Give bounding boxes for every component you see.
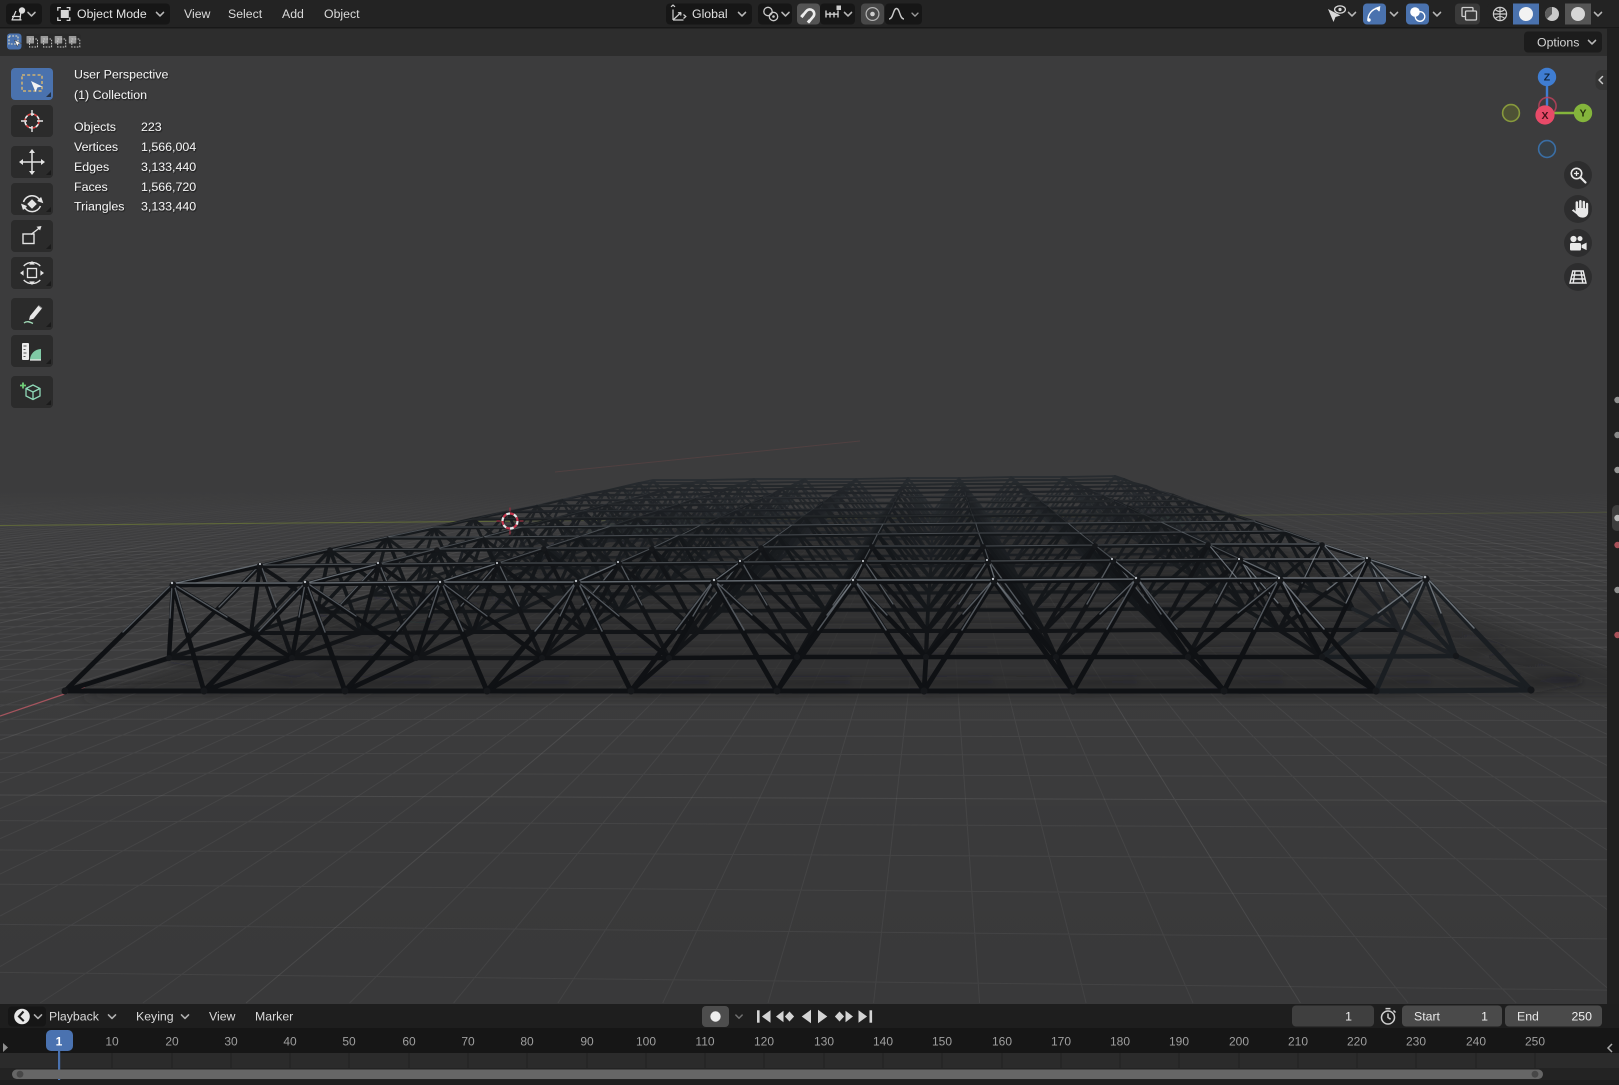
svg-text:Object: Object — [324, 7, 360, 21]
svg-text:X: X — [1541, 110, 1548, 122]
svg-text:160: 160 — [992, 1035, 1012, 1049]
svg-text:1,566,004: 1,566,004 — [141, 140, 196, 154]
svg-text:223: 223 — [141, 120, 162, 134]
svg-text:Start: Start — [1414, 1010, 1441, 1024]
svg-text:60: 60 — [402, 1035, 416, 1049]
svg-text:180: 180 — [1110, 1035, 1130, 1049]
svg-text:150: 150 — [932, 1035, 952, 1049]
svg-text:240: 240 — [1466, 1035, 1486, 1049]
svg-text:View: View — [184, 7, 211, 21]
svg-text:200: 200 — [1229, 1035, 1249, 1049]
svg-text:Edges: Edges — [74, 160, 109, 174]
svg-text:User Perspective: User Perspective — [74, 68, 168, 82]
svg-text:(1) Collection: (1) Collection — [74, 88, 147, 102]
svg-text:220: 220 — [1347, 1035, 1367, 1049]
svg-text:End: End — [1517, 1010, 1539, 1024]
svg-text:1,566,720: 1,566,720 — [141, 180, 196, 194]
svg-text:110: 110 — [695, 1035, 714, 1049]
svg-text:70: 70 — [461, 1035, 475, 1049]
svg-text:50: 50 — [342, 1035, 356, 1049]
svg-text:Vertices: Vertices — [74, 140, 118, 154]
svg-text:90: 90 — [580, 1035, 594, 1049]
svg-text:140: 140 — [873, 1035, 893, 1049]
svg-text:Z: Z — [1544, 72, 1551, 84]
svg-text:Triangles: Triangles — [74, 200, 125, 214]
svg-text:40: 40 — [283, 1035, 297, 1049]
svg-text:1: 1 — [56, 1035, 63, 1049]
svg-text:120: 120 — [754, 1035, 774, 1049]
svg-text:Faces: Faces — [74, 180, 108, 194]
svg-text:10: 10 — [105, 1035, 119, 1049]
svg-text:View: View — [209, 1010, 236, 1024]
svg-text:80: 80 — [520, 1035, 534, 1049]
svg-text:130: 130 — [814, 1035, 834, 1049]
svg-text:30: 30 — [224, 1035, 238, 1049]
svg-text:210: 210 — [1288, 1035, 1308, 1049]
svg-text:Add: Add — [282, 7, 304, 21]
svg-text:1: 1 — [1345, 1010, 1352, 1024]
svg-text:Playback: Playback — [49, 1010, 100, 1024]
svg-text:1: 1 — [1481, 1010, 1488, 1024]
svg-text:Y: Y — [1579, 108, 1586, 120]
svg-text:Marker: Marker — [255, 1010, 293, 1024]
svg-text:170: 170 — [1051, 1035, 1071, 1049]
svg-text:3,133,440: 3,133,440 — [141, 200, 196, 214]
svg-text:3,133,440: 3,133,440 — [141, 160, 196, 174]
svg-text:20: 20 — [165, 1035, 179, 1049]
svg-text:Select: Select — [228, 7, 263, 21]
svg-text:100: 100 — [636, 1035, 656, 1049]
svg-text:Object Mode: Object Mode — [77, 7, 147, 21]
svg-text:190: 190 — [1169, 1035, 1189, 1049]
svg-text:250: 250 — [1571, 1010, 1592, 1024]
svg-text:Keying: Keying — [136, 1010, 174, 1024]
svg-text:Objects: Objects — [74, 120, 116, 134]
svg-text:Global: Global — [692, 7, 728, 21]
svg-text:250: 250 — [1525, 1035, 1545, 1049]
svg-text:230: 230 — [1406, 1035, 1426, 1049]
svg-text:Options: Options — [1537, 35, 1579, 49]
